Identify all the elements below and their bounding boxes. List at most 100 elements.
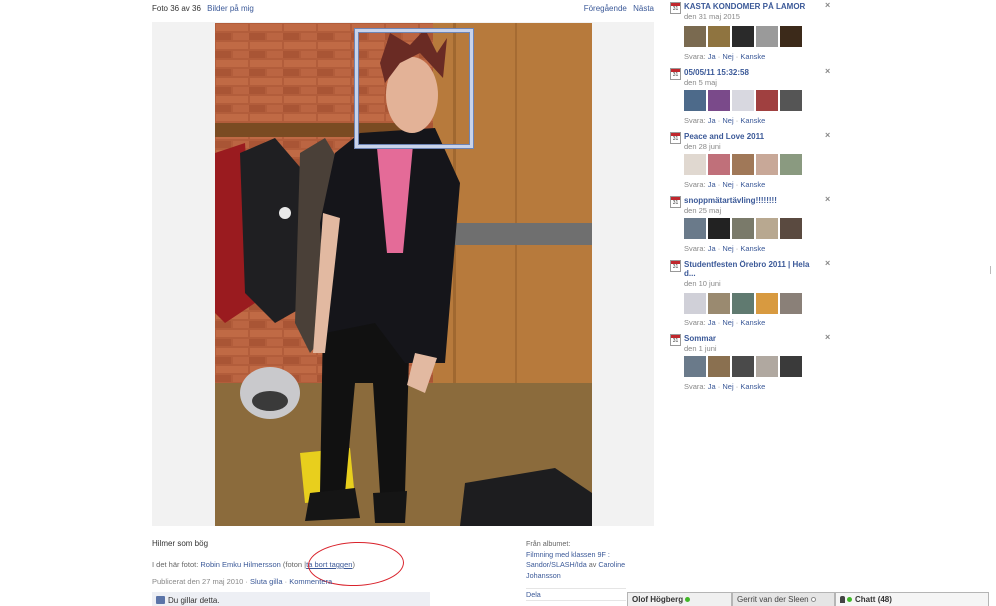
rsvp-no[interactable]: Nej <box>722 52 733 61</box>
rsvp-label: Svara: <box>684 318 706 327</box>
avatar[interactable] <box>684 154 706 175</box>
rsvp-yes[interactable]: Ja <box>708 382 716 391</box>
rsvp-row: Svara: Ja · Nej · Kanske <box>684 244 766 253</box>
event-date: den 10 juni <box>684 279 721 288</box>
rsvp-no[interactable]: Nej <box>722 382 733 391</box>
album-link[interactable]: Bilder på mig <box>207 4 254 13</box>
rsvp-maybe[interactable]: Kanske <box>740 180 765 189</box>
online-count: (48) <box>877 595 892 604</box>
previous-link[interactable]: Föregående <box>584 4 627 13</box>
rsvp-yes[interactable]: Ja <box>708 244 716 253</box>
calendar-icon: 31 <box>670 2 681 14</box>
close-icon[interactable]: × <box>825 66 830 76</box>
rsvp-yes[interactable]: Ja <box>708 318 716 327</box>
in-photo-label: I det här fotot: <box>152 560 199 569</box>
avatar[interactable] <box>708 356 730 377</box>
avatar[interactable] <box>732 356 754 377</box>
like-text: Du gillar detta. <box>168 596 220 605</box>
avatar[interactable] <box>708 293 730 314</box>
close-icon[interactable]: × <box>825 332 830 342</box>
thumbs-up-icon <box>156 596 165 604</box>
avatar[interactable] <box>708 90 730 111</box>
avatar[interactable] <box>684 293 706 314</box>
avatar[interactable] <box>708 154 730 175</box>
rsvp-maybe[interactable]: Kanske <box>740 318 765 327</box>
event-date: den 1 juni <box>684 344 717 353</box>
close-icon[interactable]: × <box>825 258 830 268</box>
avatar[interactable] <box>780 293 802 314</box>
rsvp-yes[interactable]: Ja <box>708 180 716 189</box>
published-line: Publicerat den 27 maj 2010 · Sluta gilla… <box>152 577 332 586</box>
calendar-icon: 31 <box>670 334 681 346</box>
face-tag-box[interactable] <box>355 29 473 148</box>
calendar-icon: 31 <box>670 68 681 80</box>
stop-like-link[interactable]: Sluta gilla <box>250 577 283 586</box>
rsvp-no[interactable]: Nej <box>722 180 733 189</box>
event-title-link[interactable]: Peace and Love 2011 <box>684 132 820 142</box>
avatar[interactable] <box>780 218 802 239</box>
share-box: Dela <box>526 588 626 606</box>
avatar[interactable] <box>780 356 802 377</box>
avatar[interactable] <box>684 90 706 111</box>
tagged-person-link[interactable]: Robin Emku Hilmersson <box>200 560 280 569</box>
photo-counter: Foto 36 av 36 <box>152 4 201 13</box>
rsvp-yes[interactable]: Ja <box>708 116 716 125</box>
chat-tab-name: Gerrit van der Sleen <box>737 595 809 604</box>
avatar[interactable] <box>684 356 706 377</box>
avatar[interactable] <box>756 356 778 377</box>
avatar[interactable] <box>756 218 778 239</box>
event-title-link[interactable]: KASTA KONDOMER PÅ LAMOR <box>684 2 820 12</box>
album-info: Från albumet: Filmning med klassen 9F : … <box>526 539 638 581</box>
rsvp-maybe[interactable]: Kanske <box>740 382 765 391</box>
photo-caption: Hilmer som bög <box>152 539 209 548</box>
rsvp-no[interactable]: Nej <box>722 244 733 253</box>
tag-meta-prefix: (foton | <box>282 560 307 569</box>
avatar[interactable] <box>732 218 754 239</box>
close-icon[interactable]: × <box>825 0 830 10</box>
avatar[interactable] <box>756 154 778 175</box>
event-title-link[interactable]: snoppmätartävling!!!!!!!! <box>684 196 820 206</box>
rsvp-no[interactable]: Nej <box>722 116 733 125</box>
avatar[interactable] <box>732 293 754 314</box>
avatar[interactable] <box>732 26 754 47</box>
avatar[interactable] <box>708 218 730 239</box>
event-title-link[interactable]: Studentfesten Örebro 2011 | Hela d... <box>684 260 818 279</box>
avatar[interactable] <box>732 154 754 175</box>
rsvp-maybe[interactable]: Kanske <box>740 116 765 125</box>
avatar[interactable] <box>708 26 730 47</box>
separator: · <box>284 577 288 586</box>
event-date: den 5 maj <box>684 78 717 87</box>
from-album-label: Från albumet: <box>526 539 571 548</box>
chat-tab-gerrit[interactable]: Gerrit van der Sleen <box>732 592 835 606</box>
rsvp-maybe[interactable]: Kanske <box>740 52 765 61</box>
event-title-link[interactable]: 05/05/11 15:32:58 <box>684 68 820 78</box>
like-bar: Du gillar detta. <box>152 592 430 606</box>
avatar[interactable] <box>780 154 802 175</box>
event-date: den 25 maj <box>684 206 722 215</box>
comment-link[interactable]: Kommentera <box>289 577 332 586</box>
by-label: av <box>588 560 597 569</box>
avatar[interactable] <box>684 218 706 239</box>
photo[interactable] <box>215 23 592 526</box>
chat-tab-olof[interactable]: Olof Högberg <box>627 592 732 606</box>
rsvp-maybe[interactable]: Kanske <box>740 244 765 253</box>
rsvp-no[interactable]: Nej <box>722 318 733 327</box>
chat-button[interactable]: Chatt (48) <box>835 592 989 606</box>
share-link[interactable]: Dela <box>526 590 541 599</box>
rsvp-yes[interactable]: Ja <box>708 52 716 61</box>
avatar[interactable] <box>780 26 802 47</box>
scrollbar-edge[interactable] <box>990 266 994 274</box>
next-link[interactable]: Nästa <box>633 4 654 13</box>
avatar[interactable] <box>756 90 778 111</box>
avatar[interactable] <box>684 26 706 47</box>
avatar[interactable] <box>756 293 778 314</box>
calendar-icon: 31 <box>670 132 681 144</box>
avatar[interactable] <box>756 26 778 47</box>
calendar-icon: 31 <box>670 196 681 208</box>
close-icon[interactable]: × <box>825 194 830 204</box>
close-icon[interactable]: × <box>825 130 830 140</box>
rsvp-label: Svara: <box>684 382 706 391</box>
avatar[interactable] <box>780 90 802 111</box>
event-title-link[interactable]: Sommar <box>684 334 820 344</box>
avatar[interactable] <box>732 90 754 111</box>
